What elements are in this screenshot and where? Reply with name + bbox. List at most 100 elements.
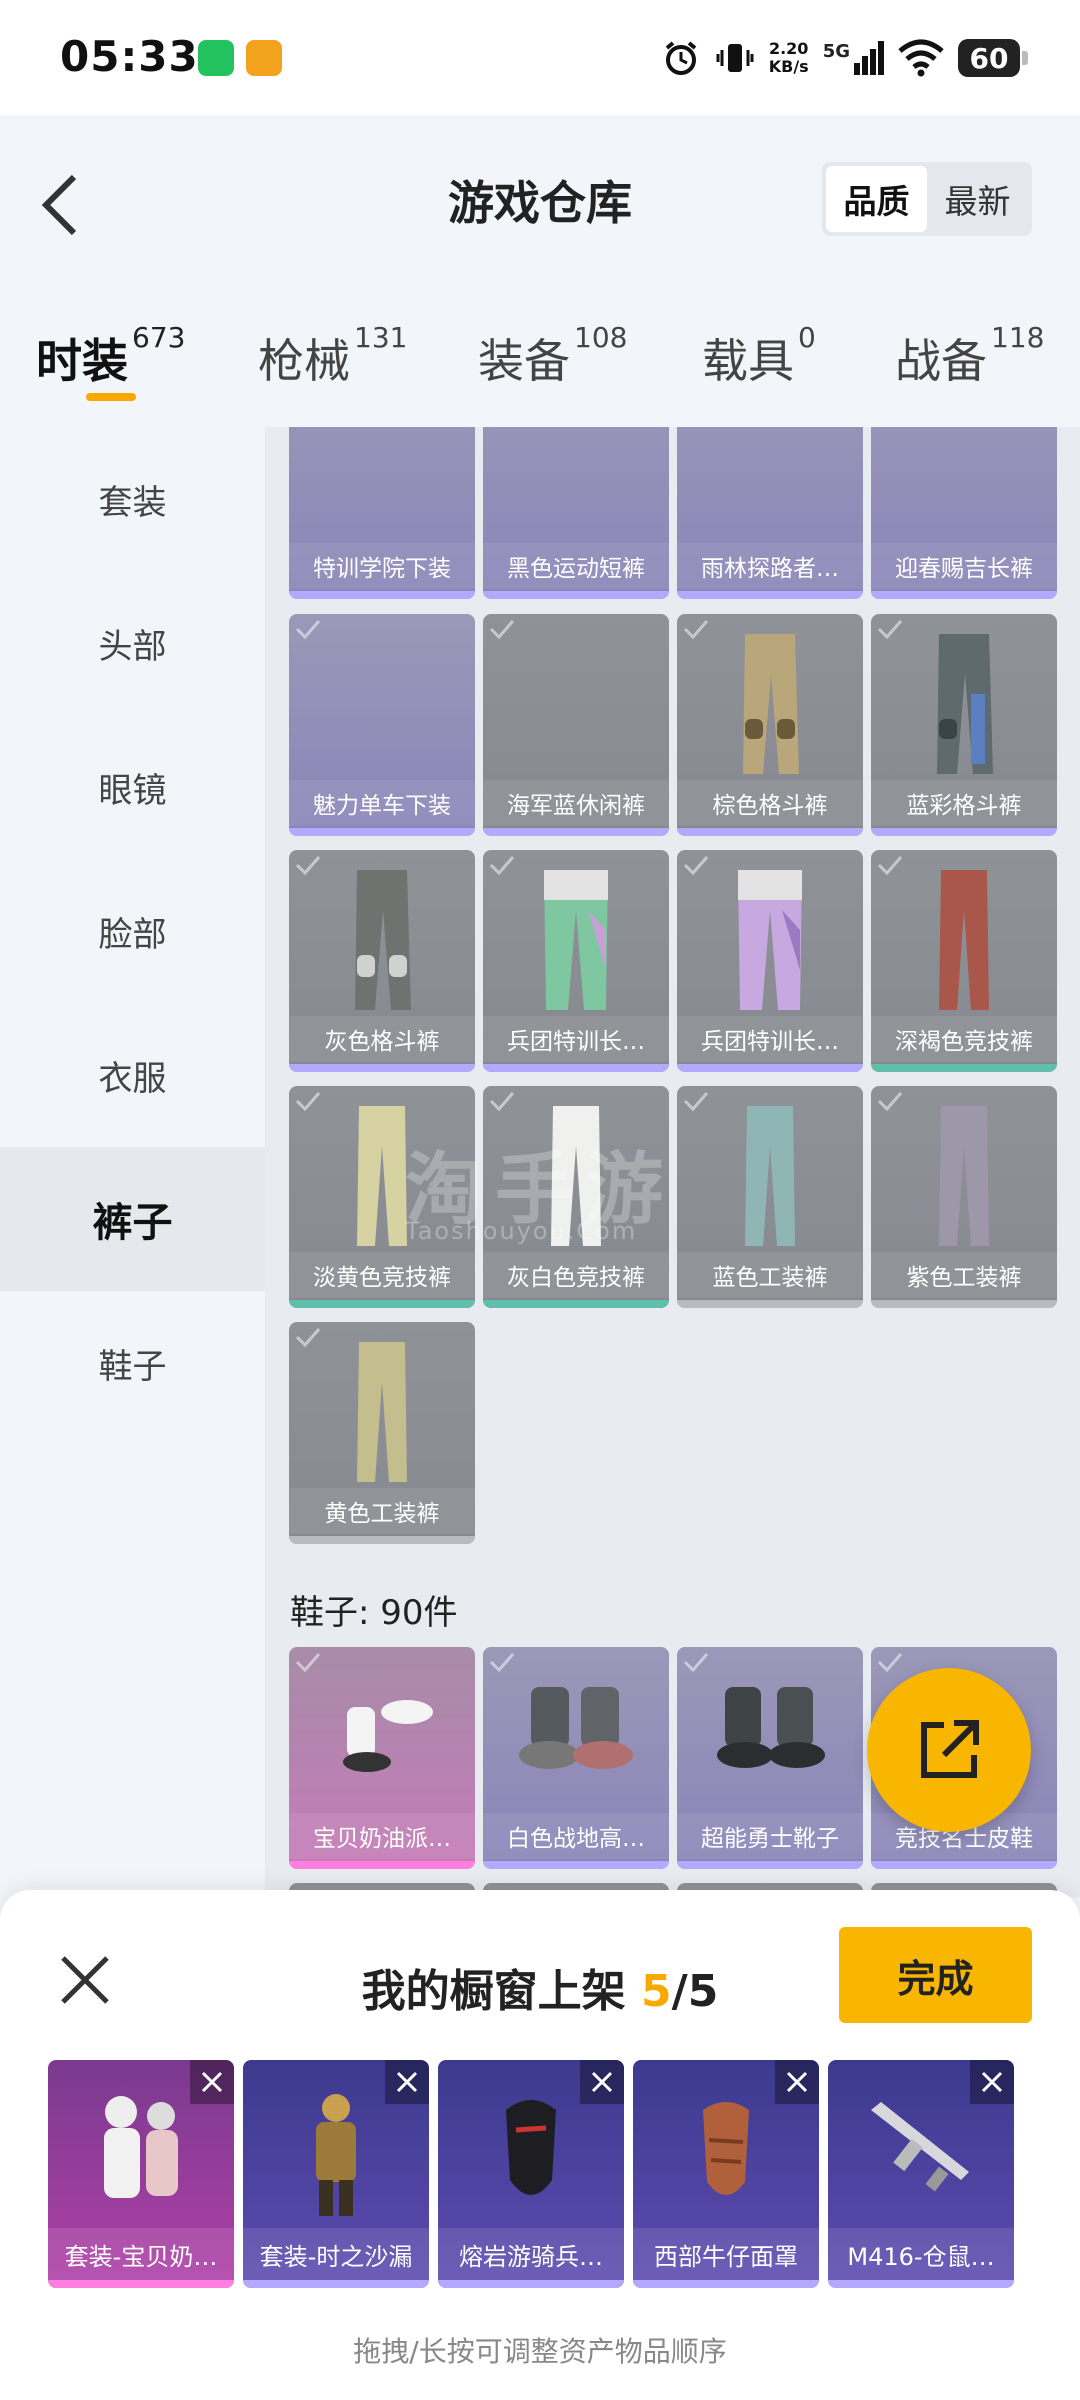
checkmark-icon [683, 856, 709, 876]
showcase-item[interactable]: M416-仓鼠… [828, 2060, 1014, 2288]
rarity-bar [828, 2280, 1014, 2288]
checkmark-icon [295, 1328, 321, 1348]
sidebar-item-face[interactable]: 脸部 [0, 859, 265, 1003]
shoes-image [717, 1687, 825, 1768]
showcase-item[interactable]: 套装-时之沙漏 [243, 2060, 429, 2288]
item-card[interactable]: 超能勇士靴子 [677, 1647, 863, 1869]
item-name: 深褐色竞技裤 [871, 1016, 1057, 1062]
showcase-title-text: 我的橱窗上架 [361, 1966, 626, 2017]
rifle-image [871, 2102, 969, 2192]
item-card[interactable]: 兵团特训长… [677, 850, 863, 1072]
sidebar-item-sets[interactable]: 套装 [0, 427, 265, 571]
outfit-image [316, 2094, 356, 2216]
checkmark-icon [295, 1092, 321, 1112]
item-card[interactable]: 兵团特训长… [483, 850, 669, 1072]
item-name: 蓝彩格斗裤 [871, 780, 1057, 826]
rarity-bar [243, 2280, 429, 2288]
checkmark-icon [877, 1653, 903, 1673]
showcase-item-name: 西部牛仔面罩 [633, 2228, 819, 2280]
item-card[interactable]: 蓝彩格斗裤 [871, 614, 1057, 836]
tab-vehicles[interactable]: 载具 0 [702, 321, 816, 391]
item-name: 兵团特训长… [677, 1016, 863, 1062]
status-bar: 05:33 2.20 KB/s 5G 60 [0, 0, 1080, 115]
item-card[interactable]: 特训学院下装 [289, 427, 475, 599]
sidebar-item-clothes[interactable]: 衣服 [0, 1003, 265, 1147]
item-name: 宝贝奶油派… [289, 1813, 475, 1859]
sidebar-item-pants[interactable]: 裤子 [0, 1147, 265, 1291]
share-icon [921, 1720, 979, 1778]
remove-item-button[interactable] [190, 2060, 234, 2104]
checkmark-icon [295, 620, 321, 640]
wechat-icon [198, 40, 234, 76]
tab-label: 装备 [478, 334, 570, 388]
checkmark-icon [295, 1653, 321, 1673]
item-card[interactable]: 迎春赐吉长裤 [871, 427, 1057, 599]
checkmark-icon [683, 620, 709, 640]
showcase-item[interactable]: 套装-宝贝奶… [48, 2060, 234, 2288]
item-name: 雨林探路者… [677, 543, 863, 589]
rarity-bar [871, 1064, 1057, 1072]
category-tabs: 时装 673 枪械 131 装备 108 载具 0 战备 118 [0, 285, 1080, 427]
item-name: 棕色格斗裤 [677, 780, 863, 826]
sidebar-item-glasses[interactable]: 眼镜 [0, 715, 265, 859]
tab-equipment[interactable]: 装备 108 [478, 321, 627, 391]
remove-item-button[interactable] [775, 2060, 819, 2104]
item-card[interactable]: 黑色运动短裤 [483, 427, 669, 599]
tab-count: 118 [991, 321, 1045, 354]
pants-image [743, 634, 799, 774]
item-name: 黄色工装裤 [289, 1488, 475, 1534]
tab-guns[interactable]: 枪械 131 [258, 321, 407, 391]
share-button[interactable] [867, 1668, 1031, 1832]
item-card[interactable]: 魅力单车下装 [289, 614, 475, 836]
item-card[interactable]: 雨林探路者… [677, 427, 863, 599]
item-name: 黑色运动短裤 [483, 543, 669, 589]
done-button[interactable]: 完成 [839, 1927, 1032, 2023]
checkmark-icon [295, 856, 321, 876]
item-name: 特训学院下装 [289, 543, 475, 589]
sort-toggle: 品质 最新 [822, 162, 1032, 236]
rarity-bar [677, 1300, 863, 1308]
app-notification-icon [246, 40, 282, 76]
remove-item-button[interactable] [385, 2060, 429, 2104]
tab-fashion[interactable]: 时装 673 [36, 321, 185, 391]
item-card[interactable]: 黄色工装裤 [289, 1322, 475, 1544]
item-card[interactable]: 蓝色工装裤 [677, 1086, 863, 1308]
sidebar-item-shoes[interactable]: 鞋子 [0, 1291, 265, 1435]
showcase-item[interactable]: 西部牛仔面罩 [633, 2060, 819, 2288]
sidebar-item-head[interactable]: 头部 [0, 571, 265, 715]
rarity-bar [871, 591, 1057, 599]
pants-image [738, 870, 802, 1010]
item-name: 淡黄色竞技裤 [289, 1252, 475, 1298]
pants-image [937, 634, 993, 774]
tab-label: 载具 [702, 334, 794, 388]
remove-item-button[interactable] [970, 2060, 1014, 2104]
cell-signal: 5G [823, 41, 884, 75]
item-name: 海军蓝休闲裤 [483, 780, 669, 826]
item-card[interactable]: 海军蓝休闲裤 [483, 614, 669, 836]
rarity-bar [871, 828, 1057, 836]
item-card[interactable]: 紫色工装裤 [871, 1086, 1057, 1308]
item-card[interactable]: 宝贝奶油派… [289, 1647, 475, 1869]
item-name: 白色战地高… [483, 1813, 669, 1859]
tab-gear[interactable]: 战备 118 [895, 321, 1044, 391]
rarity-bar [483, 1861, 669, 1869]
item-card[interactable]: 深褐色竞技裤 [871, 850, 1057, 1072]
shoes-image [519, 1687, 633, 1769]
item-card[interactable]: 灰色格斗裤 [289, 850, 475, 1072]
sort-newest-button[interactable]: 最新 [927, 166, 1028, 232]
item-card[interactable]: 白色战地高… [483, 1647, 669, 1869]
close-icon [786, 2071, 808, 2093]
showcase-item-name: 套装-时之沙漏 [243, 2228, 429, 2280]
rarity-bar [483, 591, 669, 599]
rarity-bar [483, 1300, 669, 1308]
showcase-count: 5 [641, 1966, 672, 2017]
sort-quality-button[interactable]: 品质 [826, 166, 927, 232]
remove-item-button[interactable] [580, 2060, 624, 2104]
mask-image [506, 2100, 556, 2195]
section-title-shoes: 鞋子: 90件 [290, 1593, 458, 1633]
pants-image [355, 870, 411, 1010]
showcase-item[interactable]: 熔岩游骑兵… [438, 2060, 624, 2288]
status-time: 05:33 [60, 32, 199, 81]
item-card[interactable]: 棕色格斗裤 [677, 614, 863, 836]
showcase-total: /5 [671, 1966, 719, 2017]
